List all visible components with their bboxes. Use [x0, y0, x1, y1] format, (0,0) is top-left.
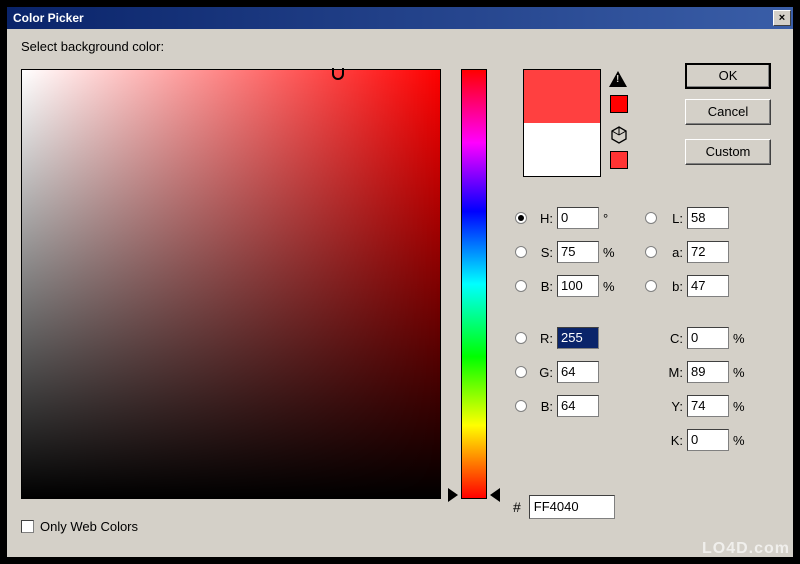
- g-radio[interactable]: [515, 366, 527, 378]
- preview-new-color: [524, 70, 600, 123]
- k-input[interactable]: 0: [687, 429, 729, 451]
- hex-prefix: #: [513, 499, 521, 515]
- r-radio[interactable]: [515, 332, 527, 344]
- color-preview: [523, 69, 601, 177]
- m-unit: %: [733, 365, 749, 380]
- window-title: Color Picker: [13, 11, 773, 25]
- y-input[interactable]: 74: [687, 395, 729, 417]
- web-colors-label: Only Web Colors: [40, 519, 138, 534]
- m-row: M: 89 %: [661, 359, 749, 385]
- cancel-button[interactable]: Cancel: [685, 99, 771, 125]
- k-row: K: 0 %: [661, 427, 749, 453]
- s-radio[interactable]: [515, 246, 527, 258]
- g-label: G:: [531, 365, 553, 380]
- l-radio[interactable]: [645, 212, 657, 224]
- b-rgb-input[interactable]: 64: [557, 395, 599, 417]
- c-label: C:: [661, 331, 683, 346]
- a-input[interactable]: 72: [687, 241, 729, 263]
- preview-old-color: [524, 123, 600, 176]
- b-lab-row: b: 47: [645, 273, 729, 299]
- h-unit: °: [603, 211, 619, 226]
- b-lab-label: b:: [661, 279, 683, 294]
- y-label: Y:: [661, 399, 683, 414]
- l-label: L:: [661, 211, 683, 226]
- b-hsb-label: B:: [531, 279, 553, 294]
- web-colors-row[interactable]: Only Web Colors: [21, 519, 138, 534]
- r-row: R: 255: [515, 325, 599, 351]
- h-label: H:: [531, 211, 553, 226]
- g-row: G: 64: [515, 359, 599, 385]
- c-unit: %: [733, 331, 749, 346]
- titlebar[interactable]: Color Picker ×: [7, 7, 793, 29]
- b-rgb-row: B: 64: [515, 393, 599, 419]
- custom-button[interactable]: Custom: [685, 139, 771, 165]
- web-safe-icon[interactable]: [609, 125, 629, 145]
- a-label: a:: [661, 245, 683, 260]
- s-row: S: 75 %: [515, 239, 619, 265]
- hex-input[interactable]: FF4040: [529, 495, 615, 519]
- watermark: LO4D.com: [702, 540, 790, 558]
- h-row: H: 0 °: [515, 205, 619, 231]
- b-hsb-unit: %: [603, 279, 619, 294]
- hue-arrow-left-icon[interactable]: [448, 488, 458, 502]
- b-hsb-input[interactable]: 100: [557, 275, 599, 297]
- close-button[interactable]: ×: [773, 10, 791, 26]
- hue-arrow-right-icon[interactable]: [490, 488, 500, 502]
- ok-button[interactable]: OK: [685, 63, 771, 89]
- b-hsb-row: B: 100 %: [515, 273, 619, 299]
- g-input[interactable]: 64: [557, 361, 599, 383]
- m-input[interactable]: 89: [687, 361, 729, 383]
- h-radio[interactable]: [515, 212, 527, 224]
- web-safe-swatch[interactable]: [610, 151, 628, 169]
- prompt-label: Select background color:: [21, 39, 779, 54]
- s-input[interactable]: 75: [557, 241, 599, 263]
- b-hsb-radio[interactable]: [515, 280, 527, 292]
- c-row: C: 0 %: [661, 325, 749, 351]
- l-row: L: 58: [645, 205, 729, 231]
- y-row: Y: 74 %: [661, 393, 749, 419]
- web-colors-checkbox[interactable]: [21, 520, 34, 533]
- h-input[interactable]: 0: [557, 207, 599, 229]
- b-rgb-radio[interactable]: [515, 400, 527, 412]
- a-radio[interactable]: [645, 246, 657, 258]
- b-lab-radio[interactable]: [645, 280, 657, 292]
- l-input[interactable]: 58: [687, 207, 729, 229]
- k-label: K:: [661, 433, 683, 448]
- hex-row: # FF4040: [513, 495, 615, 519]
- gamut-warning-icon[interactable]: [609, 71, 629, 89]
- b-rgb-label: B:: [531, 399, 553, 414]
- c-input[interactable]: 0: [687, 327, 729, 349]
- hue-slider[interactable]: [461, 69, 487, 499]
- r-label: R:: [531, 331, 553, 346]
- b-lab-input[interactable]: 47: [687, 275, 729, 297]
- gamut-swatch[interactable]: [610, 95, 628, 113]
- r-input[interactable]: 255: [557, 327, 599, 349]
- a-row: a: 72: [645, 239, 729, 265]
- m-label: M:: [661, 365, 683, 380]
- sv-cursor[interactable]: [332, 68, 344, 80]
- s-unit: %: [603, 245, 619, 260]
- y-unit: %: [733, 399, 749, 414]
- s-label: S:: [531, 245, 553, 260]
- saturation-value-field[interactable]: [21, 69, 441, 499]
- k-unit: %: [733, 433, 749, 448]
- color-picker-dialog: Color Picker × Select background color: …: [6, 6, 794, 558]
